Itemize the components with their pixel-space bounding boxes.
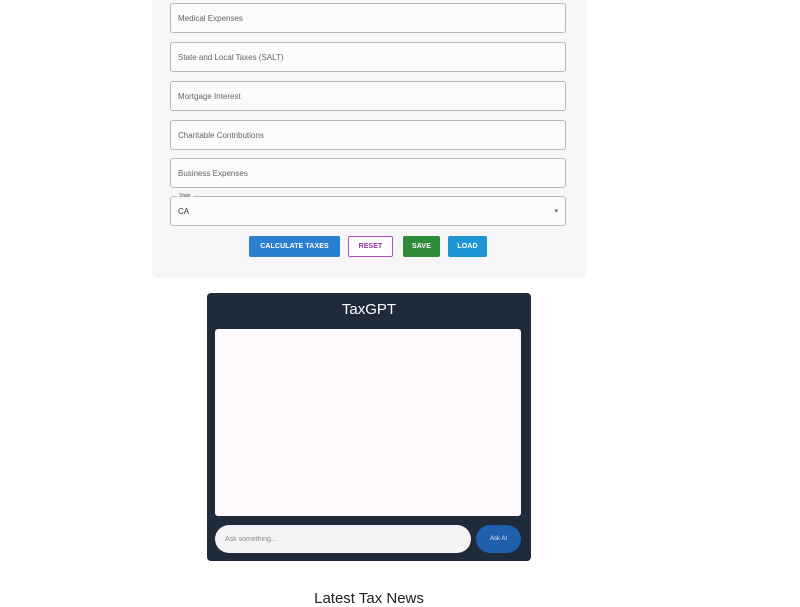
load-button[interactable]: Load — [448, 236, 487, 257]
medical-expenses-field[interactable]: Medical Expenses — [170, 3, 566, 33]
salt-field[interactable]: State and Local Taxes (SALT) — [170, 42, 566, 72]
taxgpt-chat-panel: TaxGPT Ask AI — [207, 293, 531, 561]
save-button[interactable]: Save — [403, 236, 440, 257]
chat-message-area[interactable] — [215, 329, 521, 516]
reset-button[interactable]: Reset — [348, 236, 393, 257]
mortgage-interest-placeholder: Mortgage Interest — [178, 91, 241, 101]
business-expenses-field[interactable]: Business Expenses — [170, 158, 566, 188]
chat-title: TaxGPT — [341, 301, 397, 318]
state-label: State — [177, 193, 193, 199]
salt-placeholder: State and Local Taxes (SALT) — [178, 52, 284, 62]
state-value: CA — [178, 207, 190, 216]
calculate-taxes-button[interactable]: Calculate Taxes — [249, 236, 340, 257]
charitable-contributions-field[interactable]: Charitable Contributions — [170, 120, 566, 150]
chat-input[interactable] — [215, 525, 471, 553]
deductions-form: Medical Expenses State and Local Taxes (… — [152, 0, 586, 278]
business-expenses-placeholder: Business Expenses — [178, 168, 248, 178]
chevron-down-icon: ▾ — [554, 208, 558, 215]
ask-ai-button[interactable]: Ask AI — [476, 525, 521, 553]
charitable-contributions-placeholder: Charitable Contributions — [178, 130, 264, 140]
state-select[interactable]: State CA ▾ — [170, 193, 566, 226]
medical-expenses-placeholder: Medical Expenses — [178, 13, 243, 23]
latest-tax-news-heading: Latest Tax News — [314, 590, 424, 607]
mortgage-interest-field[interactable]: Mortgage Interest — [170, 81, 566, 111]
